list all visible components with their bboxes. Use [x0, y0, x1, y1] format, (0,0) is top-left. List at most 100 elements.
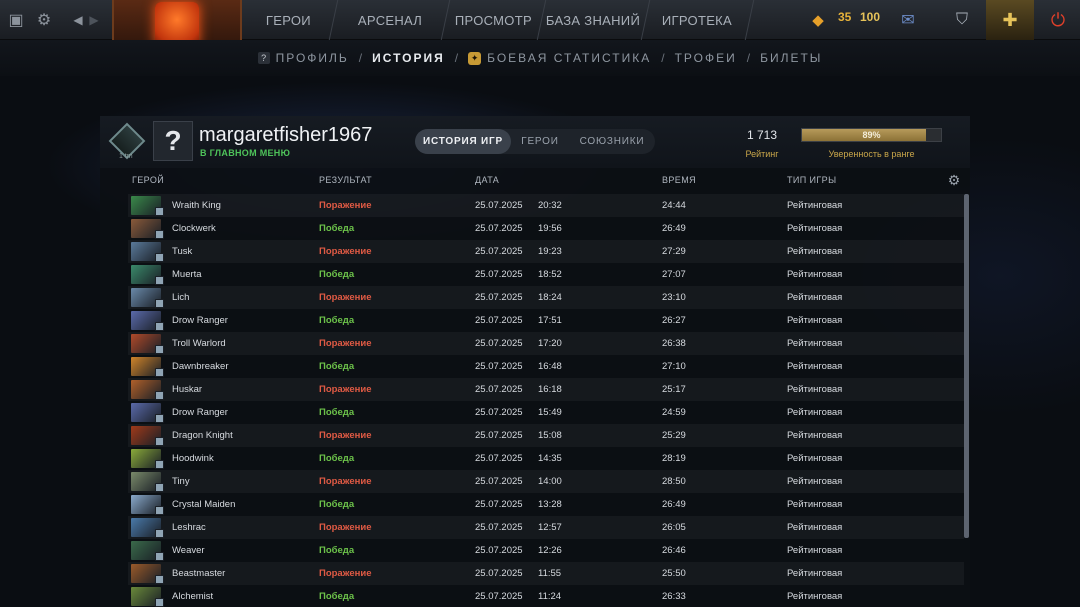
match-result: Победа	[319, 223, 355, 234]
table-row[interactable]: Clockwerk Победа 25.07.2025 19:56 26:49 Рейти…	[128, 217, 964, 240]
hero-name: Lich	[172, 292, 190, 303]
role-badge-icon	[155, 368, 164, 377]
match-result: Победа	[319, 499, 355, 510]
match-duration: 26:05	[662, 522, 686, 533]
table-row[interactable]: Drow Ranger Победа 25.07.2025 17:51 26:27 Рей…	[128, 309, 964, 332]
hero-name: Huskar	[172, 384, 203, 395]
subnav-tickets[interactable]: БИЛЕТЫ	[760, 51, 822, 65]
hero-name: Crystal Maiden	[172, 499, 236, 510]
tab-match-history[interactable]: ИСТОРИЯ ИГР	[415, 129, 511, 154]
match-duration: 23:10	[662, 292, 686, 303]
role-badge-icon	[155, 598, 164, 607]
role-badge-icon	[155, 483, 164, 492]
match-mode: Рейтинговая	[787, 568, 843, 579]
hero-name: Dawnbreaker	[172, 361, 229, 372]
role-badge-icon	[155, 276, 164, 285]
scrollbar[interactable]	[964, 194, 969, 538]
shards-count: 35	[838, 10, 852, 24]
match-date: 25.07.2025	[475, 522, 523, 533]
column-header-result[interactable]: РЕЗУЛЬТАТ	[319, 175, 372, 185]
hero-name: Leshrac	[172, 522, 206, 533]
match-duration: 28:19	[662, 453, 686, 464]
role-badge-icon	[155, 391, 164, 400]
match-mode: Рейтинговая	[787, 223, 843, 234]
table-row[interactable]: Muerta Победа 25.07.2025 18:52 27:07 Рейтинго…	[128, 263, 964, 286]
match-time: 16:48	[538, 361, 562, 372]
power-icon[interactable]: ⏻	[1036, 0, 1080, 40]
subnav-profile[interactable]: ? ПРОФИЛЬ	[257, 51, 349, 65]
table-row[interactable]: Leshrac Поражение 25.07.2025 12:57 26:05 Рейт…	[128, 516, 964, 539]
match-date: 25.07.2025	[475, 223, 523, 234]
table-row[interactable]: Weaver Победа 25.07.2025 12:26 26:46 Рейтинго…	[128, 539, 964, 562]
table-row[interactable]: Dragon Knight Поражение 25.07.2025 15:08 25:…	[128, 424, 964, 447]
column-header-duration[interactable]: ВРЕМЯ	[662, 175, 696, 185]
match-result: Поражение	[319, 568, 372, 579]
nav-heroes[interactable]: ГЕРОИ	[239, 0, 339, 40]
table-row[interactable]: Dawnbreaker Победа 25.07.2025 16:48 27:10 Рей…	[128, 355, 964, 378]
match-mode: Рейтинговая	[787, 476, 843, 487]
question-icon: ?	[257, 52, 270, 64]
rank-label: 1 tm	[119, 153, 133, 160]
column-header-date[interactable]: ДАТА	[475, 175, 499, 185]
role-badge-icon	[155, 414, 164, 423]
dashboard-icon[interactable]: ▣	[4, 8, 28, 32]
table-row[interactable]: Beastmaster Поражение 25.07.2025 11:55 25:50…	[128, 562, 964, 585]
match-result: Поражение	[319, 476, 372, 487]
table-row[interactable]: Lich Поражение 25.07.2025 18:24 23:10 Рейтинг…	[128, 286, 964, 309]
match-mode: Рейтинговая	[787, 407, 843, 418]
match-duration: 27:10	[662, 361, 686, 372]
subnav-trophies[interactable]: ТРОФЕИ	[675, 51, 737, 65]
history-tabs: ИСТОРИЯ ИГР ГЕРОИ СОЮЗНИКИ	[415, 129, 655, 154]
match-mode: Рейтинговая	[787, 591, 843, 602]
hero-name: Wraith King	[172, 200, 221, 211]
column-header-mode[interactable]: ТИП ИГРЫ	[787, 175, 836, 185]
table-row[interactable]: Tiny Поражение 25.07.2025 14:00 28:50 Рейтинг…	[128, 470, 964, 493]
shard-icon[interactable]: ◆	[806, 8, 830, 32]
table-row[interactable]: Troll Warlord Поражение 25.07.2025 17:20 26:…	[128, 332, 964, 355]
chat-icon[interactable]: ✉	[896, 8, 920, 32]
plus-icon[interactable]: ✚	[986, 0, 1034, 40]
nav-knowledge-base[interactable]: БАЗА ЗНАНИЙ	[537, 0, 651, 40]
hero-name: Tusk	[172, 246, 193, 257]
nav-armory[interactable]: АРСЕНАЛ	[331, 0, 451, 40]
nav-watch[interactable]: ПРОСМОТР	[441, 0, 547, 40]
match-mode: Рейтинговая	[787, 292, 843, 303]
role-badge-icon	[155, 575, 164, 584]
match-time: 15:49	[538, 407, 562, 418]
table-row[interactable]: Huskar Поражение 25.07.2025 16:18 25:17 Рейти…	[128, 378, 964, 401]
match-result: Победа	[319, 591, 355, 602]
username: margaretfisher1967	[199, 124, 373, 146]
match-duration: 25:17	[662, 384, 686, 395]
divider: /	[661, 51, 665, 65]
table-row[interactable]: Alchemist Победа 25.07.2025 11:24 26:33 Рейти…	[128, 585, 964, 607]
avatar[interactable]: ?	[153, 121, 193, 161]
gear-icon[interactable]: ⚙	[32, 8, 56, 32]
tab-heroes[interactable]: ГЕРОИ	[511, 129, 569, 154]
armory-icon[interactable]: ⛉	[950, 8, 974, 32]
table-row[interactable]: Drow Ranger Победа 25.07.2025 15:49 24:59 Рей…	[128, 401, 964, 424]
match-date: 25.07.2025	[475, 338, 523, 349]
table-row[interactable]: Crystal Maiden Победа 25.07.2025 13:28 26:49…	[128, 493, 964, 516]
match-mode: Рейтинговая	[787, 361, 843, 372]
hero-name: Beastmaster	[172, 568, 226, 579]
match-duration: 25:29	[662, 430, 686, 441]
match-date: 25.07.2025	[475, 200, 523, 211]
match-result: Поражение	[319, 338, 372, 349]
forward-arrow-icon[interactable]: ▶	[82, 8, 106, 32]
rank-confidence-label: Уверенность в ранге	[828, 149, 915, 159]
tab-allies[interactable]: СОЮЗНИКИ	[569, 129, 655, 154]
nav-arcade[interactable]: ИГРОТЕКА	[641, 0, 755, 40]
table-row[interactable]: Hoodwink Победа 25.07.2025 14:35 28:19 Рейтин…	[128, 447, 964, 470]
hero-name: Drow Ranger	[172, 407, 228, 418]
subnav-history[interactable]: ИСТОРИЯ	[372, 51, 445, 65]
table-settings-icon[interactable]: ⚙	[946, 172, 962, 188]
table-row[interactable]: Tusk Поражение 25.07.2025 19:23 27:29 Рейтинг…	[128, 240, 964, 263]
rank-confidence-bar: 89%	[801, 128, 942, 142]
hero-name: Alchemist	[172, 591, 214, 602]
subnav-battle-stats[interactable]: ✦ БОЕВАЯ СТАТИСТИКА	[468, 51, 651, 65]
column-header-hero[interactable]: ГЕРОЙ	[132, 175, 164, 185]
hero-name: Weaver	[172, 545, 205, 556]
match-mode: Рейтинговая	[787, 338, 843, 349]
match-duration: 24:59	[662, 407, 686, 418]
table-row[interactable]: Wraith King Поражение 25.07.2025 20:32 24:44…	[128, 194, 964, 217]
